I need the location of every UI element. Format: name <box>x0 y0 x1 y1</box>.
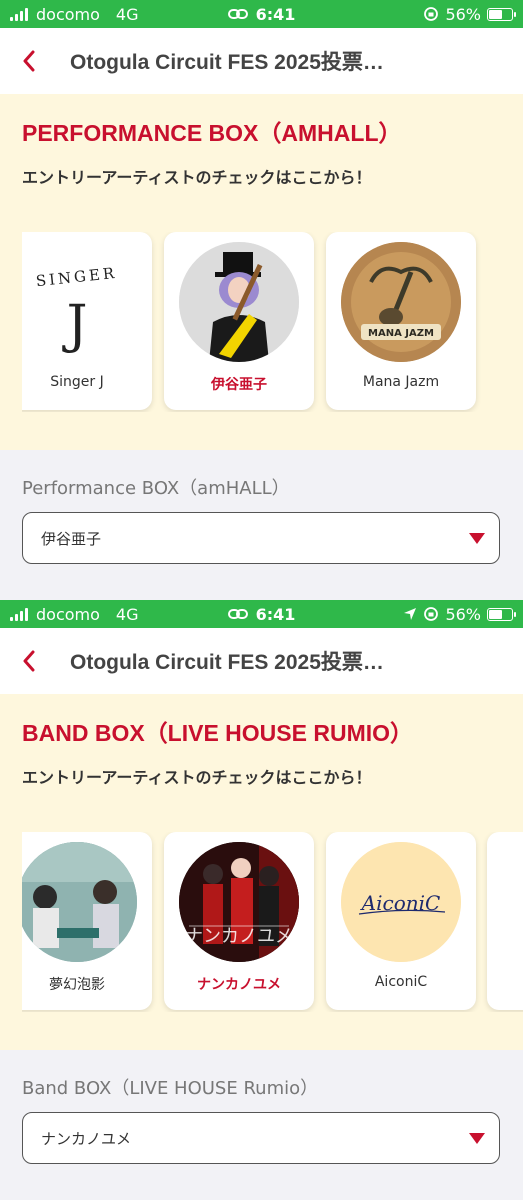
status-bar: docomo 4G 6:41 56% <box>0 0 523 28</box>
logo-mana-text: MANA JAZM <box>368 328 434 339</box>
artist-name: Singer J <box>50 374 104 390</box>
chevron-left-icon <box>23 650 35 672</box>
artist-name: ナンカノユメ <box>197 977 281 993</box>
vote-form: Band BOX（LIVE HOUSE Rumio） ナンカノユメ <box>0 1050 523 1200</box>
artist-card[interactable]: SINGER J Singer J <box>22 232 152 410</box>
aiconic-logo-icon: AiconiC <box>341 842 461 962</box>
back-button[interactable] <box>22 650 44 672</box>
artist-select[interactable]: 伊谷亜子 <box>22 512 500 564</box>
page-title: Otogula Circuit FES 2025投票… <box>70 651 384 674</box>
artist-carousel[interactable]: 夢幻泡影 ナンカノユメ ナンカノユメ AiconiC AiconiC <box>22 832 523 1012</box>
artist-card[interactable]: 夢幻泡影 <box>22 832 152 1010</box>
section-title: BAND BOX（LIVE HOUSE RUMIO） <box>22 720 414 746</box>
signal-icon <box>10 607 28 621</box>
battery-percent: 56% <box>445 4 481 24</box>
artist-name: 夢幻泡影 <box>49 977 105 993</box>
status-time: 6:41 <box>255 4 296 24</box>
artist-carousel[interactable]: SINGER J Singer J 伊谷亜子 MANA JAZM Mana Ja… <box>22 232 523 412</box>
singer-j-logo-icon: SINGER J <box>22 242 137 362</box>
signal-icon <box>10 7 28 21</box>
logo-singer-text: SINGER <box>35 264 118 290</box>
carrier-label: docomo <box>36 4 100 24</box>
artist-card-selected[interactable]: 伊谷亜子 <box>164 232 314 410</box>
artist-name: 伊谷亜子 <box>211 377 267 393</box>
band-box-section: BAND BOX（LIVE HOUSE RUMIO） エントリーアーティストのチ… <box>0 694 523 1050</box>
chevron-left-icon <box>23 50 35 72</box>
performance-box-section: PERFORMANCE BOX（AMHALL） エントリーアーティストのチェック… <box>0 94 523 450</box>
battery-icon <box>487 7 516 21</box>
network-label: 4G <box>115 4 139 24</box>
section-title: PERFORMANCE BOX（AMHALL） <box>22 120 402 146</box>
mana-jazm-logo-icon: MANA JAZM <box>341 242 461 362</box>
artist-name: Mana Jazm <box>362 374 440 390</box>
select-value: ナンカノユメ <box>41 1129 132 1148</box>
link-icon <box>227 9 248 19</box>
back-button[interactable] <box>22 50 44 72</box>
caret-down-icon <box>469 1133 485 1144</box>
band-photo-icon <box>22 842 137 962</box>
nav-bar: Otogula Circuit FES 2025投票… <box>0 628 523 694</box>
artist-select[interactable]: ナンカノユメ <box>22 1112 500 1164</box>
vote-form: Performance BOX（amHALL） 伊谷亜子 <box>0 450 523 600</box>
screenshot-top: docomo 4G 6:41 56% Otogula Circuit FES 2… <box>0 0 523 600</box>
section-subtitle: エントリーアーティストのチェックはここから！ <box>22 168 372 187</box>
logo-j-text: J <box>62 295 88 355</box>
artist-card[interactable] <box>487 832 523 1010</box>
carrier-label: docomo <box>36 604 100 624</box>
orientation-lock-icon <box>424 607 439 621</box>
section-subtitle: エントリーアーティストのチェックはここから！ <box>22 768 372 787</box>
select-label: Performance BOX（amHALL） <box>22 478 290 499</box>
link-icon <box>227 609 248 619</box>
status-time: 6:41 <box>255 604 296 624</box>
network-label: 4G <box>115 604 139 624</box>
artist-card[interactable]: MANA JAZM Mana Jazm <box>326 232 476 410</box>
battery-icon <box>487 607 516 621</box>
status-bar: docomo 4G 6:41 56% <box>0 600 523 628</box>
artist-name: AiconiC <box>374 974 428 990</box>
battery-percent: 56% <box>445 604 481 624</box>
guitarist-photo-icon <box>179 242 299 362</box>
location-arrow-icon <box>404 608 417 620</box>
orientation-lock-icon <box>424 7 439 21</box>
nav-bar: Otogula Circuit FES 2025投票… <box>0 28 523 94</box>
select-label: Band BOX（LIVE HOUSE Rumio） <box>22 1078 319 1099</box>
page-title: Otogula Circuit FES 2025投票… <box>70 51 384 74</box>
select-value: 伊谷亜子 <box>41 529 102 548</box>
caret-down-icon <box>469 533 485 544</box>
band-photo-red-icon: ナンカノユメ <box>179 842 299 962</box>
svg-text:ナンカノユメ: ナンカノユメ <box>185 926 293 947</box>
artist-card[interactable]: AiconiC AiconiC <box>326 832 476 1010</box>
artist-card-selected[interactable]: ナンカノユメ ナンカノユメ <box>164 832 314 1010</box>
screenshot-bottom: docomo 4G 6:41 56% Otogula Circuit FES 2… <box>0 600 523 1200</box>
